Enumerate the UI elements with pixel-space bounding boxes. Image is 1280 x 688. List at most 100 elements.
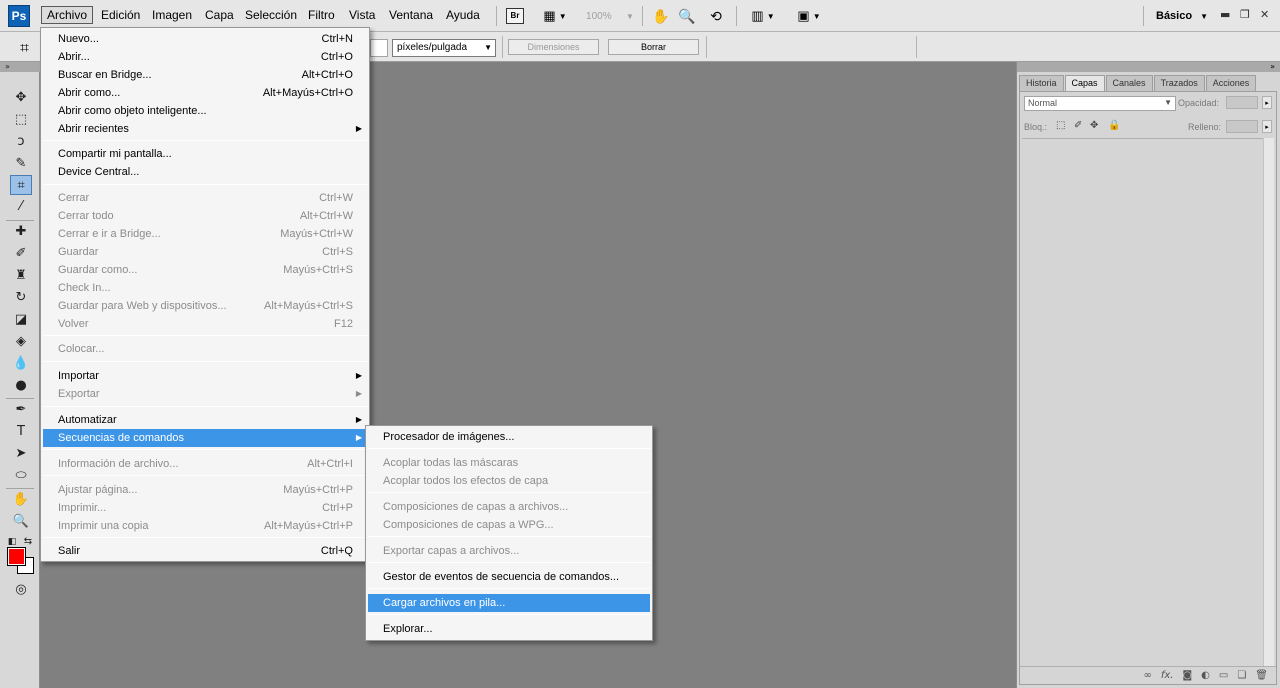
hand-tool-icon[interactable]: ✋ [10, 490, 32, 510]
brush-tool-icon[interactable]: ✐ [10, 244, 32, 264]
path-selection-tool-icon[interactable]: ➤ [10, 444, 32, 464]
menu-imagen[interactable]: Imagen [152, 8, 192, 22]
menu-item-informacion-archivo[interactable]: Información de archivo... Alt+Ctrl+I [43, 455, 367, 473]
tab-trazados[interactable]: Trazados [1153, 75, 1205, 92]
layers-scrollbar[interactable] [1263, 138, 1274, 666]
menu-item-check-in[interactable]: Check In... [43, 279, 367, 297]
foreground-color-swatch[interactable] [7, 547, 26, 566]
menu-item-exportar[interactable]: Exportar ▶ [43, 385, 367, 403]
menu-item-colocar[interactable]: Colocar... [43, 340, 367, 358]
blend-mode-select[interactable]: Normal ▼ [1024, 96, 1176, 111]
menu-item-automatizar[interactable]: Automatizar ▶ [43, 411, 367, 429]
menu-capa[interactable]: Capa [205, 8, 234, 22]
menu-archivo[interactable]: Archivo [41, 6, 94, 24]
crop-tool-icon[interactable]: ⌗ [10, 175, 32, 195]
quick-selection-tool-icon[interactable]: ✎ [10, 154, 32, 174]
zoom-tool-icon[interactable]: 🔍 [10, 512, 32, 532]
menu-filtro[interactable]: Filtro [308, 8, 335, 22]
menu-item-secuencias-comandos[interactable]: Secuencias de comandos ▶ [43, 429, 367, 447]
fill-input[interactable] [1226, 120, 1258, 133]
spot-healing-tool-icon[interactable]: ✚ [10, 222, 32, 242]
menu-item-importar[interactable]: Importar ▶ [43, 367, 367, 385]
hand-tool-button[interactable]: ✋ [652, 7, 670, 25]
menu-item-cerrar-todo[interactable]: Cerrar todo Alt+Ctrl+W [43, 207, 367, 225]
menu-item-imprimir[interactable]: Imprimir... Ctrl+P [43, 499, 367, 517]
menu-seleccion[interactable]: Selección [245, 8, 297, 22]
units-select[interactable]: píxeles/pulgada ▼ [392, 39, 496, 57]
menu-item-guardar[interactable]: Guardar Ctrl+S [43, 243, 367, 261]
clear-button[interactable]: Borrar [608, 39, 699, 55]
minimize-button[interactable]: ▬ [1220, 8, 1230, 21]
dimensions-button[interactable]: Dimensiones [508, 39, 599, 55]
tab-capas[interactable]: Capas [1064, 75, 1105, 92]
lock-position-icon[interactable]: ✥ [1090, 120, 1098, 131]
close-button[interactable]: ✕ [1260, 8, 1269, 21]
layer-style-icon[interactable]: fx. [1161, 670, 1174, 681]
blur-tool-icon[interactable]: 💧 [10, 354, 32, 374]
menu-item-cerrar[interactable]: Cerrar Ctrl+W [43, 189, 367, 207]
type-tool-icon[interactable]: T [10, 422, 32, 442]
tools-collapse-icon[interactable]: » [0, 62, 40, 72]
lock-image-icon[interactable]: ✐ [1074, 120, 1082, 131]
lock-transparency-icon[interactable]: ⬚ [1056, 120, 1065, 131]
menu-item-abrir[interactable]: Abrir... Ctrl+O [43, 48, 367, 66]
menu-item-abrir-objeto-inteligente[interactable]: Abrir como objeto inteligente... [43, 102, 367, 120]
new-layer-icon[interactable]: ❏ [1237, 670, 1246, 681]
menu-item-imprimir-copia[interactable]: Imprimir una copia Alt+Mayús+Ctrl+P [43, 517, 367, 535]
menu-ayuda[interactable]: Ayuda [446, 8, 480, 22]
menu-item-gestor-eventos[interactable]: Gestor de eventos de secuencia de comand… [368, 568, 650, 586]
tab-canales[interactable]: Canales [1105, 75, 1153, 92]
menu-item-abrir-recientes[interactable]: Abrir recientes ▶ [43, 120, 367, 138]
menu-item-guardar-web[interactable]: Guardar para Web y dispositivos... Alt+Ma… [43, 297, 367, 315]
menu-item-compartir-pantalla[interactable]: Compartir mi pantalla... [43, 145, 367, 163]
menu-vista[interactable]: Vista [349, 8, 375, 22]
menu-item-cerrar-ir-bridge[interactable]: Cerrar e ir a Bridge... Mayús+Ctrl+W [43, 225, 367, 243]
new-group-icon[interactable]: ▭ [1219, 670, 1228, 681]
opacity-arrow-icon[interactable]: ▸ [1262, 96, 1272, 109]
tab-acciones[interactable]: Acciones [1205, 75, 1257, 92]
arrange-documents-button[interactable]: ▥ ▼ [746, 7, 780, 25]
clone-stamp-tool-icon[interactable]: ♜ [10, 266, 32, 286]
workspace-switcher[interactable]: Básico ▼ [1156, 10, 1208, 22]
resolution-input[interactable] [370, 39, 388, 57]
screen-mode-button[interactable]: ▣ ▼ [792, 7, 826, 25]
menu-item-exportar-capas[interactable]: Exportar capas a archivos... [368, 542, 650, 560]
dodge-tool-icon[interactable]: ● [10, 376, 32, 396]
menu-item-nuevo[interactable]: Nuevo... Ctrl+N [43, 30, 367, 48]
menu-item-cargar-archivos-pila[interactable]: Cargar archivos en pila... [368, 594, 650, 612]
menu-item-guardar-como[interactable]: Guardar como... Mayús+Ctrl+S [43, 261, 367, 279]
lasso-tool-icon[interactable]: ↄ [10, 132, 32, 152]
bridge-button[interactable]: Br [506, 7, 524, 25]
menu-item-procesador-imagenes[interactable]: Procesador de imágenes... [368, 428, 650, 446]
marquee-tool-icon[interactable]: ⬚ [10, 110, 32, 130]
delete-layer-icon[interactable]: 🗑 [1255, 670, 1268, 681]
restore-button[interactable]: ❐ [1240, 8, 1250, 21]
menu-edicion[interactable]: Edición [101, 8, 140, 22]
eyedropper-tool-icon[interactable]: ⁄ [10, 197, 32, 217]
adjustment-layer-icon[interactable]: ◐ [1201, 670, 1210, 681]
fill-arrow-icon[interactable]: ▸ [1262, 120, 1272, 133]
menu-item-abrir-como[interactable]: Abrir como... Alt+Mayús+Ctrl+O [43, 84, 367, 102]
zoom-tool-button[interactable]: 🔍 [678, 7, 696, 25]
paint-bucket-tool-icon[interactable]: ◈ [10, 332, 32, 352]
history-brush-tool-icon[interactable]: ↻ [10, 288, 32, 308]
zoom-level-select[interactable]: 100% ▼ [586, 7, 634, 25]
pen-tool-icon[interactable]: ✒ [10, 400, 32, 420]
menu-item-buscar-en-bridge[interactable]: Buscar en Bridge... Alt+Ctrl+O [43, 66, 367, 84]
layer-mask-icon[interactable]: ◙ [1182, 670, 1192, 681]
rotate-view-button[interactable]: ⟲ [706, 7, 726, 25]
menu-item-explorar[interactable]: Explorar... [368, 620, 650, 638]
link-layers-icon[interactable]: ∞ [1143, 670, 1151, 681]
eraser-tool-icon[interactable]: ◪ [10, 310, 32, 330]
crop-icon[interactable]: ⌗ [20, 38, 29, 58]
move-tool-icon[interactable]: ✥ [10, 88, 32, 108]
menu-item-acoplar-efectos[interactable]: Acoplar todos los efectos de capa [368, 472, 650, 490]
quick-mask-icon[interactable]: ◎ [10, 580, 32, 600]
menu-item-ajustar-pagina[interactable]: Ajustar página... Mayús+Ctrl+P [43, 481, 367, 499]
panel-collapse-icon[interactable]: » [1017, 62, 1280, 72]
menu-item-volver[interactable]: Volver F12 [43, 315, 367, 333]
menu-item-acoplar-mascaras[interactable]: Acoplar todas las máscaras [368, 454, 650, 472]
tab-historia[interactable]: Historia [1019, 75, 1064, 92]
menu-item-device-central[interactable]: Device Central... [43, 163, 367, 181]
lock-all-icon[interactable]: 🔒 [1108, 120, 1120, 131]
